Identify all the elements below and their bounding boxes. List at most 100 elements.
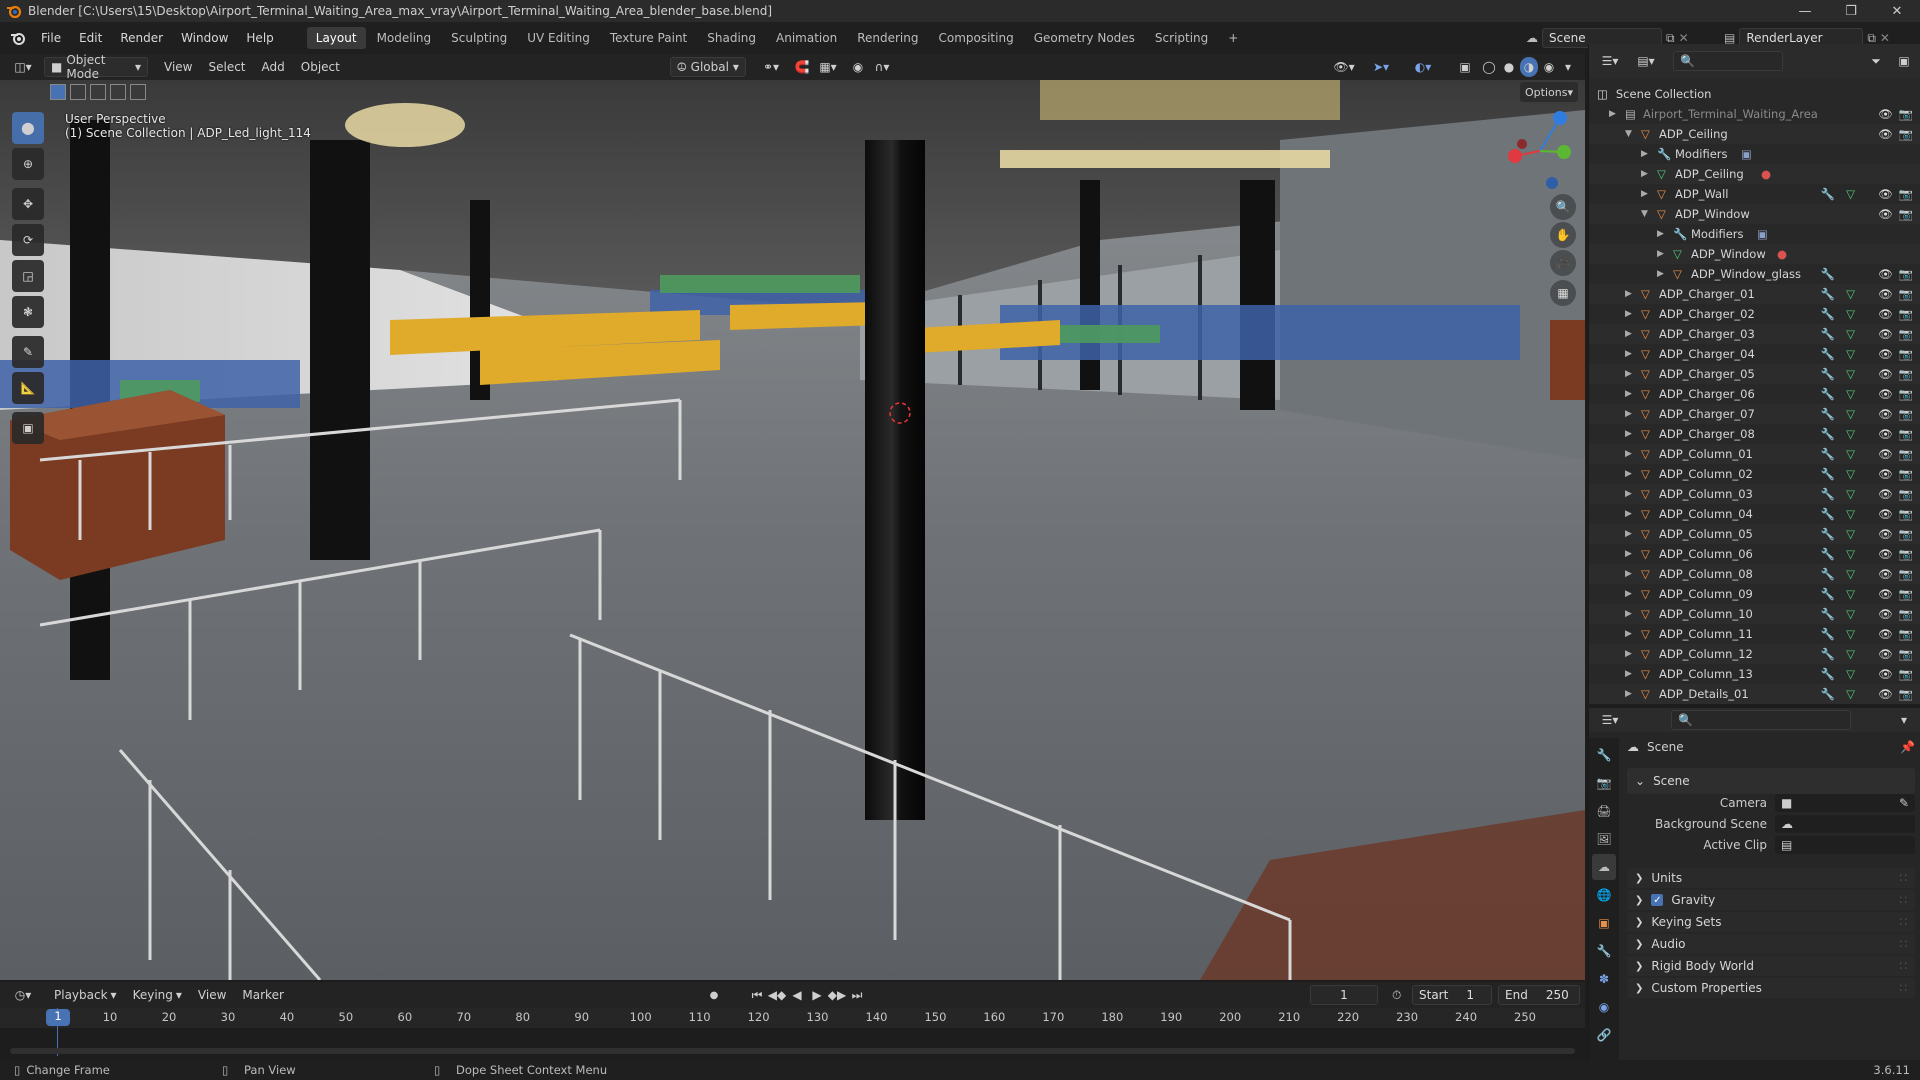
viewport-menu-select[interactable]: Select	[200, 60, 253, 74]
outliner-item[interactable]: ▶ ▽ ADP_Wall 👁 📷 🔧 ▽	[1589, 184, 1920, 204]
render-tab-icon[interactable]: 📷	[1592, 770, 1616, 796]
camera-render-icon[interactable]: 📷	[1899, 107, 1913, 121]
modifier-wrench-icon[interactable]: 🔧	[1821, 407, 1835, 421]
outliner-item[interactable]: ▶ ▽ ADP_Column_01 👁 📷 🔧 ▽	[1589, 444, 1920, 464]
collapsed-arrow-icon[interactable]: ▶	[1625, 369, 1632, 379]
mesh-data-icon[interactable]: ▽	[1846, 327, 1855, 341]
eye-icon[interactable]: 👁	[1878, 267, 1893, 281]
current-frame-field[interactable]: 1	[1310, 985, 1378, 1005]
collapsed-arrow-icon[interactable]: ▶	[1625, 529, 1632, 539]
outliner-item[interactable]: ▶ ▽ ADP_Details_01 👁 📷 🔧 ▽	[1589, 684, 1920, 704]
frame-ruler[interactable]: 10 20 30 40 50 60 70 80 90 100 110 120 130 140 150 160 1…	[0, 1008, 1585, 1028]
pivot-icon[interactable]: ⚭▾	[756, 57, 786, 77]
display-mode-icon[interactable]: ▤▾	[1631, 51, 1661, 71]
start-frame-field[interactable]: Start 1	[1412, 985, 1492, 1005]
eye-icon[interactable]: 👁	[1878, 507, 1893, 521]
camera-render-icon[interactable]: 📷	[1899, 647, 1913, 661]
select-subtract-icon[interactable]	[90, 84, 106, 100]
overlay-icon[interactable]: ◐▾	[1408, 57, 1438, 77]
timeline-editor-icon[interactable]: ◷▾	[8, 985, 38, 1005]
tab-uv-editing[interactable]: UV Editing	[518, 27, 599, 49]
eye-icon[interactable]: 👁	[1878, 647, 1893, 661]
eyedropper-icon[interactable]: ✎	[1899, 796, 1909, 810]
xray-icon[interactable]: ▣	[1456, 57, 1474, 77]
modifier-wrench-icon[interactable]: 🔧	[1821, 447, 1835, 461]
modifier-wrench-icon[interactable]: 🔧	[1821, 587, 1835, 601]
tab-rendering[interactable]: Rendering	[848, 27, 927, 49]
eye-icon[interactable]: 👁	[1878, 347, 1893, 361]
outliner-item[interactable]: ▶ ▤ Airport_Terminal_Waiting_Area 👁 📷	[1589, 104, 1920, 124]
outliner-item[interactable]: ▶ ▽ ADP_Charger_03 👁 📷 🔧 ▽	[1589, 324, 1920, 344]
tab-compositing[interactable]: Compositing	[929, 27, 1022, 49]
expanded-arrow-icon[interactable]: ▼	[1641, 209, 1648, 219]
camera-render-icon[interactable]: 📷	[1899, 127, 1913, 141]
camera-render-icon[interactable]: 📷	[1899, 427, 1913, 441]
eye-icon[interactable]: 👁	[1878, 547, 1893, 561]
modifier-wrench-icon[interactable]: 🔧	[1821, 567, 1835, 581]
mesh-data-icon[interactable]: ▽	[1846, 627, 1855, 641]
field-camera[interactable]: ■ ✎	[1775, 794, 1915, 812]
collapsed-arrow-icon[interactable]: ▶	[1625, 569, 1632, 579]
eye-icon[interactable]: 👁	[1878, 487, 1893, 501]
panel-gravity[interactable]: ❯ ✓ Gravity ∷	[1627, 890, 1915, 910]
camera-render-icon[interactable]: 📷	[1899, 307, 1913, 321]
pan-hand-icon[interactable]: ✋	[1550, 222, 1576, 248]
outliner-root[interactable]: ◫ Scene Collection	[1589, 84, 1920, 104]
outliner-item[interactable]: ▶ ▽ ADP_Column_11 👁 📷 🔧 ▽	[1589, 624, 1920, 644]
wireframe-shading-icon[interactable]: ◯	[1480, 57, 1498, 77]
mesh-data-icon[interactable]: ▽	[1846, 667, 1855, 681]
camera-render-icon[interactable]: 📷	[1899, 367, 1913, 381]
tab-sculpting[interactable]: Sculpting	[442, 27, 516, 49]
timeline-area[interactable]: 10 20 30 40 50 60 70 80 90 100 110 120 130 140 150 160 1…	[0, 1008, 1585, 1060]
snap-icon[interactable]: 🧲	[792, 57, 812, 77]
collapsed-arrow-icon[interactable]: ▶	[1625, 589, 1632, 599]
modifier-wrench-icon[interactable]: 🔧	[1821, 367, 1835, 381]
collapsed-arrow-icon[interactable]: ▶	[1625, 509, 1632, 519]
camera-view-icon[interactable]: 🎥	[1550, 250, 1576, 276]
collapsed-arrow-icon[interactable]: ▶	[1641, 169, 1648, 179]
jump-end-icon[interactable]: ⏭	[848, 985, 866, 1005]
collapsed-arrow-icon[interactable]: ▶	[1625, 649, 1632, 659]
panel-keying-sets[interactable]: ❯ Keying Sets ∷	[1627, 912, 1915, 932]
mesh-data-icon[interactable]: ▽	[1846, 607, 1855, 621]
outliner-item[interactable]: ▼ ▽ ADP_Window 👁 📷	[1589, 204, 1920, 224]
eye-icon[interactable]: 👁	[1878, 627, 1893, 641]
editor-type-icon[interactable]: ◫▾	[8, 57, 38, 77]
modifier-wrench-icon[interactable]: 🔧	[1821, 327, 1835, 341]
scene-selector-icon[interactable]: ☁	[1526, 31, 1538, 45]
collapsed-arrow-icon[interactable]: ▶	[1625, 329, 1632, 339]
mesh-data-icon[interactable]: ▽	[1846, 387, 1855, 401]
eye-icon[interactable]: 👁	[1878, 187, 1893, 201]
panel-rigid-body-world[interactable]: ❯ Rigid Body World ∷	[1627, 956, 1915, 976]
mesh-data-icon[interactable]: ▽	[1846, 427, 1855, 441]
mesh-data-icon[interactable]: ▽	[1846, 487, 1855, 501]
outliner-item[interactable]: ▶ ▽ ADP_Column_06 👁 📷 🔧 ▽	[1589, 544, 1920, 564]
tab-layout[interactable]: Layout	[306, 27, 366, 49]
collapsed-arrow-icon[interactable]: ▶	[1657, 229, 1664, 239]
eye-icon[interactable]: 👁	[1878, 527, 1893, 541]
properties-options-icon[interactable]: ▾	[1894, 710, 1914, 730]
camera-render-icon[interactable]: 📷	[1899, 327, 1913, 341]
rotate-icon[interactable]: ⟳	[12, 224, 44, 256]
collapsed-arrow-icon[interactable]: ▶	[1625, 429, 1632, 439]
tab-texture-paint[interactable]: Texture Paint	[601, 27, 696, 49]
collapsed-arrow-icon[interactable]: ▶	[1641, 149, 1648, 159]
camera-render-icon[interactable]: 📷	[1899, 387, 1913, 401]
camera-render-icon[interactable]: 📷	[1899, 587, 1913, 601]
outliner-item[interactable]: ▶ ▽ ADP_Column_08 👁 📷 🔧 ▽	[1589, 564, 1920, 584]
outliner-item[interactable]: ▶ ▽ ADP_Column_12 👁 📷 🔧 ▽	[1589, 644, 1920, 664]
next-keyframe-icon[interactable]: ◆▶	[828, 985, 846, 1005]
delete-view-layer-icon[interactable]: ✕	[1880, 31, 1890, 45]
camera-render-icon[interactable]: 📷	[1899, 287, 1913, 301]
collapsed-arrow-icon[interactable]: ▶	[1625, 629, 1632, 639]
tool-tab-icon[interactable]: 🔧	[1592, 742, 1616, 768]
rendered-shading-icon[interactable]: ◉	[1540, 57, 1558, 77]
collapsed-arrow-icon[interactable]: ▶	[1625, 489, 1632, 499]
menu-window[interactable]: Window	[172, 31, 237, 45]
filter-icon[interactable]: ⏷	[1864, 51, 1888, 71]
mode-dropdown[interactable]: ■ Object Mode ▾	[44, 53, 148, 81]
mesh-data-icon[interactable]: ▽	[1846, 647, 1855, 661]
visibility-filter-icon[interactable]: 👁▾	[1330, 57, 1358, 77]
timeline-menu-view[interactable]: View	[190, 988, 234, 1002]
mesh-data-icon[interactable]: ▽	[1846, 567, 1855, 581]
